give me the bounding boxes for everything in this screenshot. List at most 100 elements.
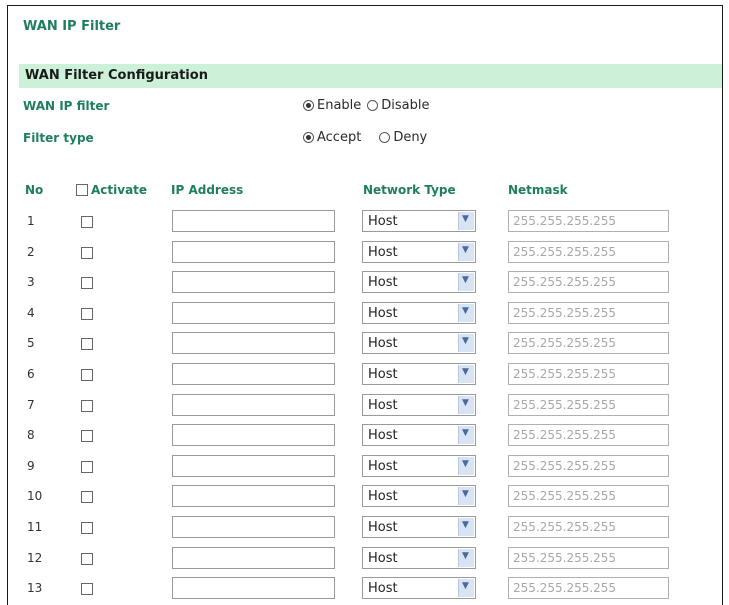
activate-checkbox[interactable] [81,552,93,565]
select-arrow-button[interactable]: ▼ [458,212,474,230]
ip-address-input[interactable] [172,210,335,232]
table-row: 3 Host ▼ 255.255.255.255 [8,268,722,299]
chevron-down-icon: ▼ [462,214,469,224]
row-number: 2 [27,244,35,259]
ip-address-input[interactable] [172,301,335,324]
ip-address-input[interactable] [172,271,335,294]
filter-type-label: Filter type [23,131,94,145]
netmask-input[interactable]: 255.255.255.255 [508,210,669,232]
network-type-select[interactable]: Host ▼ [362,516,476,538]
ip-address-input[interactable] [172,424,335,447]
network-type-value: Host [368,581,398,597]
activate-checkbox[interactable] [81,491,93,504]
netmask-placeholder: 255.255.255.255 [513,489,617,504]
netmask-input[interactable]: 255.255.255.255 [508,516,669,538]
activate-checkbox[interactable] [81,216,93,228]
network-type-select[interactable]: Host ▼ [362,210,476,232]
network-type-select[interactable]: Host ▼ [362,301,476,324]
netmask-input[interactable]: 255.255.255.255 [508,485,669,508]
ip-address-input[interactable] [172,332,335,355]
ip-address-input[interactable] [172,240,335,263]
netmask-input[interactable]: 255.255.255.255 [508,363,669,385]
ip-address-input[interactable] [172,516,335,538]
activate-checkbox[interactable] [81,307,93,320]
network-type-select[interactable]: Host ▼ [362,332,476,355]
network-type-value: Host [368,550,398,566]
activate-checkbox[interactable] [81,246,93,259]
disable-label: Disable [381,98,430,113]
activate-checkbox[interactable] [81,583,93,596]
activate-checkbox[interactable] [81,277,93,290]
netmask-input[interactable]: 255.255.255.255 [508,271,669,294]
ip-address-input[interactable] [172,546,335,569]
netmask-placeholder: 255.255.255.255 [513,305,617,320]
enable-radio[interactable] [303,100,314,111]
network-type-select[interactable]: Host ▼ [362,424,476,447]
chevron-down-icon: ▼ [462,520,469,530]
select-arrow-button[interactable]: ▼ [458,242,474,261]
deny-radio[interactable] [379,132,391,143]
network-type-select[interactable]: Host ▼ [362,454,476,477]
row-number: 3 [27,275,35,290]
chevron-down-icon: ▼ [462,336,469,347]
select-arrow-button[interactable]: ▼ [458,365,474,383]
select-arrow-button[interactable]: ▼ [458,273,474,292]
col-header-network-type: Network Type [363,183,456,197]
network-type-select[interactable]: Host ▼ [362,485,476,508]
select-arrow-button[interactable]: ▼ [458,456,474,475]
activate-checkbox[interactable] [81,460,93,473]
row-number: 13 [27,581,43,596]
table-row: 1 Host ▼ 255.255.255.255 [8,207,722,238]
table-row: 5 Host ▼ 255.255.255.255 [8,329,722,360]
network-type-value: Host [368,244,398,260]
activate-checkbox[interactable] [81,369,93,381]
activate-all-checkbox[interactable] [76,184,88,196]
enable-label: Enable [317,98,362,113]
accept-label: Accept [317,130,362,145]
network-type-select[interactable]: Host ▼ [362,271,476,294]
netmask-placeholder: 255.255.255.255 [513,550,617,565]
select-arrow-button[interactable]: ▼ [458,395,474,414]
select-arrow-button[interactable]: ▼ [458,303,474,322]
netmask-input[interactable]: 255.255.255.255 [508,424,669,447]
row-number: 7 [27,397,35,412]
netmask-placeholder: 255.255.255.255 [513,428,617,443]
network-type-value: Host [368,489,398,505]
activate-checkbox[interactable] [81,522,93,534]
chevron-down-icon: ▼ [462,489,469,500]
wan-ip-filter-panel: WAN IP Filter WAN Filter Configuration W… [7,5,723,605]
netmask-input[interactable]: 255.255.255.255 [508,546,669,569]
disable-radio[interactable] [367,100,379,111]
ip-address-input[interactable] [172,454,335,477]
select-arrow-button[interactable]: ▼ [458,487,474,506]
activate-checkbox[interactable] [81,430,93,443]
netmask-input[interactable]: 255.255.255.255 [508,240,669,263]
activate-checkbox[interactable] [81,338,93,351]
netmask-input[interactable]: 255.255.255.255 [508,454,669,477]
netmask-input[interactable]: 255.255.255.255 [508,301,669,324]
select-arrow-button[interactable]: ▼ [458,548,474,567]
network-type-select[interactable]: Host ▼ [362,240,476,263]
chevron-down-icon: ▼ [462,397,469,408]
ip-address-input[interactable] [172,485,335,508]
network-type-select[interactable]: Host ▼ [362,393,476,416]
netmask-input[interactable]: 255.255.255.255 [508,393,669,416]
select-arrow-button[interactable]: ▼ [458,579,474,598]
accept-radio[interactable] [303,132,314,143]
network-type-select[interactable]: Host ▼ [362,546,476,569]
network-type-value: Host [368,397,398,413]
netmask-input[interactable]: 255.255.255.255 [508,332,669,355]
row-number: 10 [27,489,43,504]
col-header-netmask: Netmask [508,183,568,197]
activate-checkbox[interactable] [81,399,93,412]
select-arrow-button[interactable]: ▼ [458,334,474,353]
select-arrow-button[interactable]: ▼ [458,426,474,445]
table-row: 4 Host ▼ 255.255.255.255 [8,299,722,330]
select-arrow-button[interactable]: ▼ [458,518,474,536]
table-row: 11 Host ▼ 255.255.255.255 [8,513,722,544]
row-number: 6 [27,367,35,381]
ip-address-input[interactable] [172,393,335,416]
network-type-select[interactable]: Host ▼ [362,363,476,385]
col-header-no: No [25,183,44,197]
ip-address-input[interactable] [172,363,335,385]
